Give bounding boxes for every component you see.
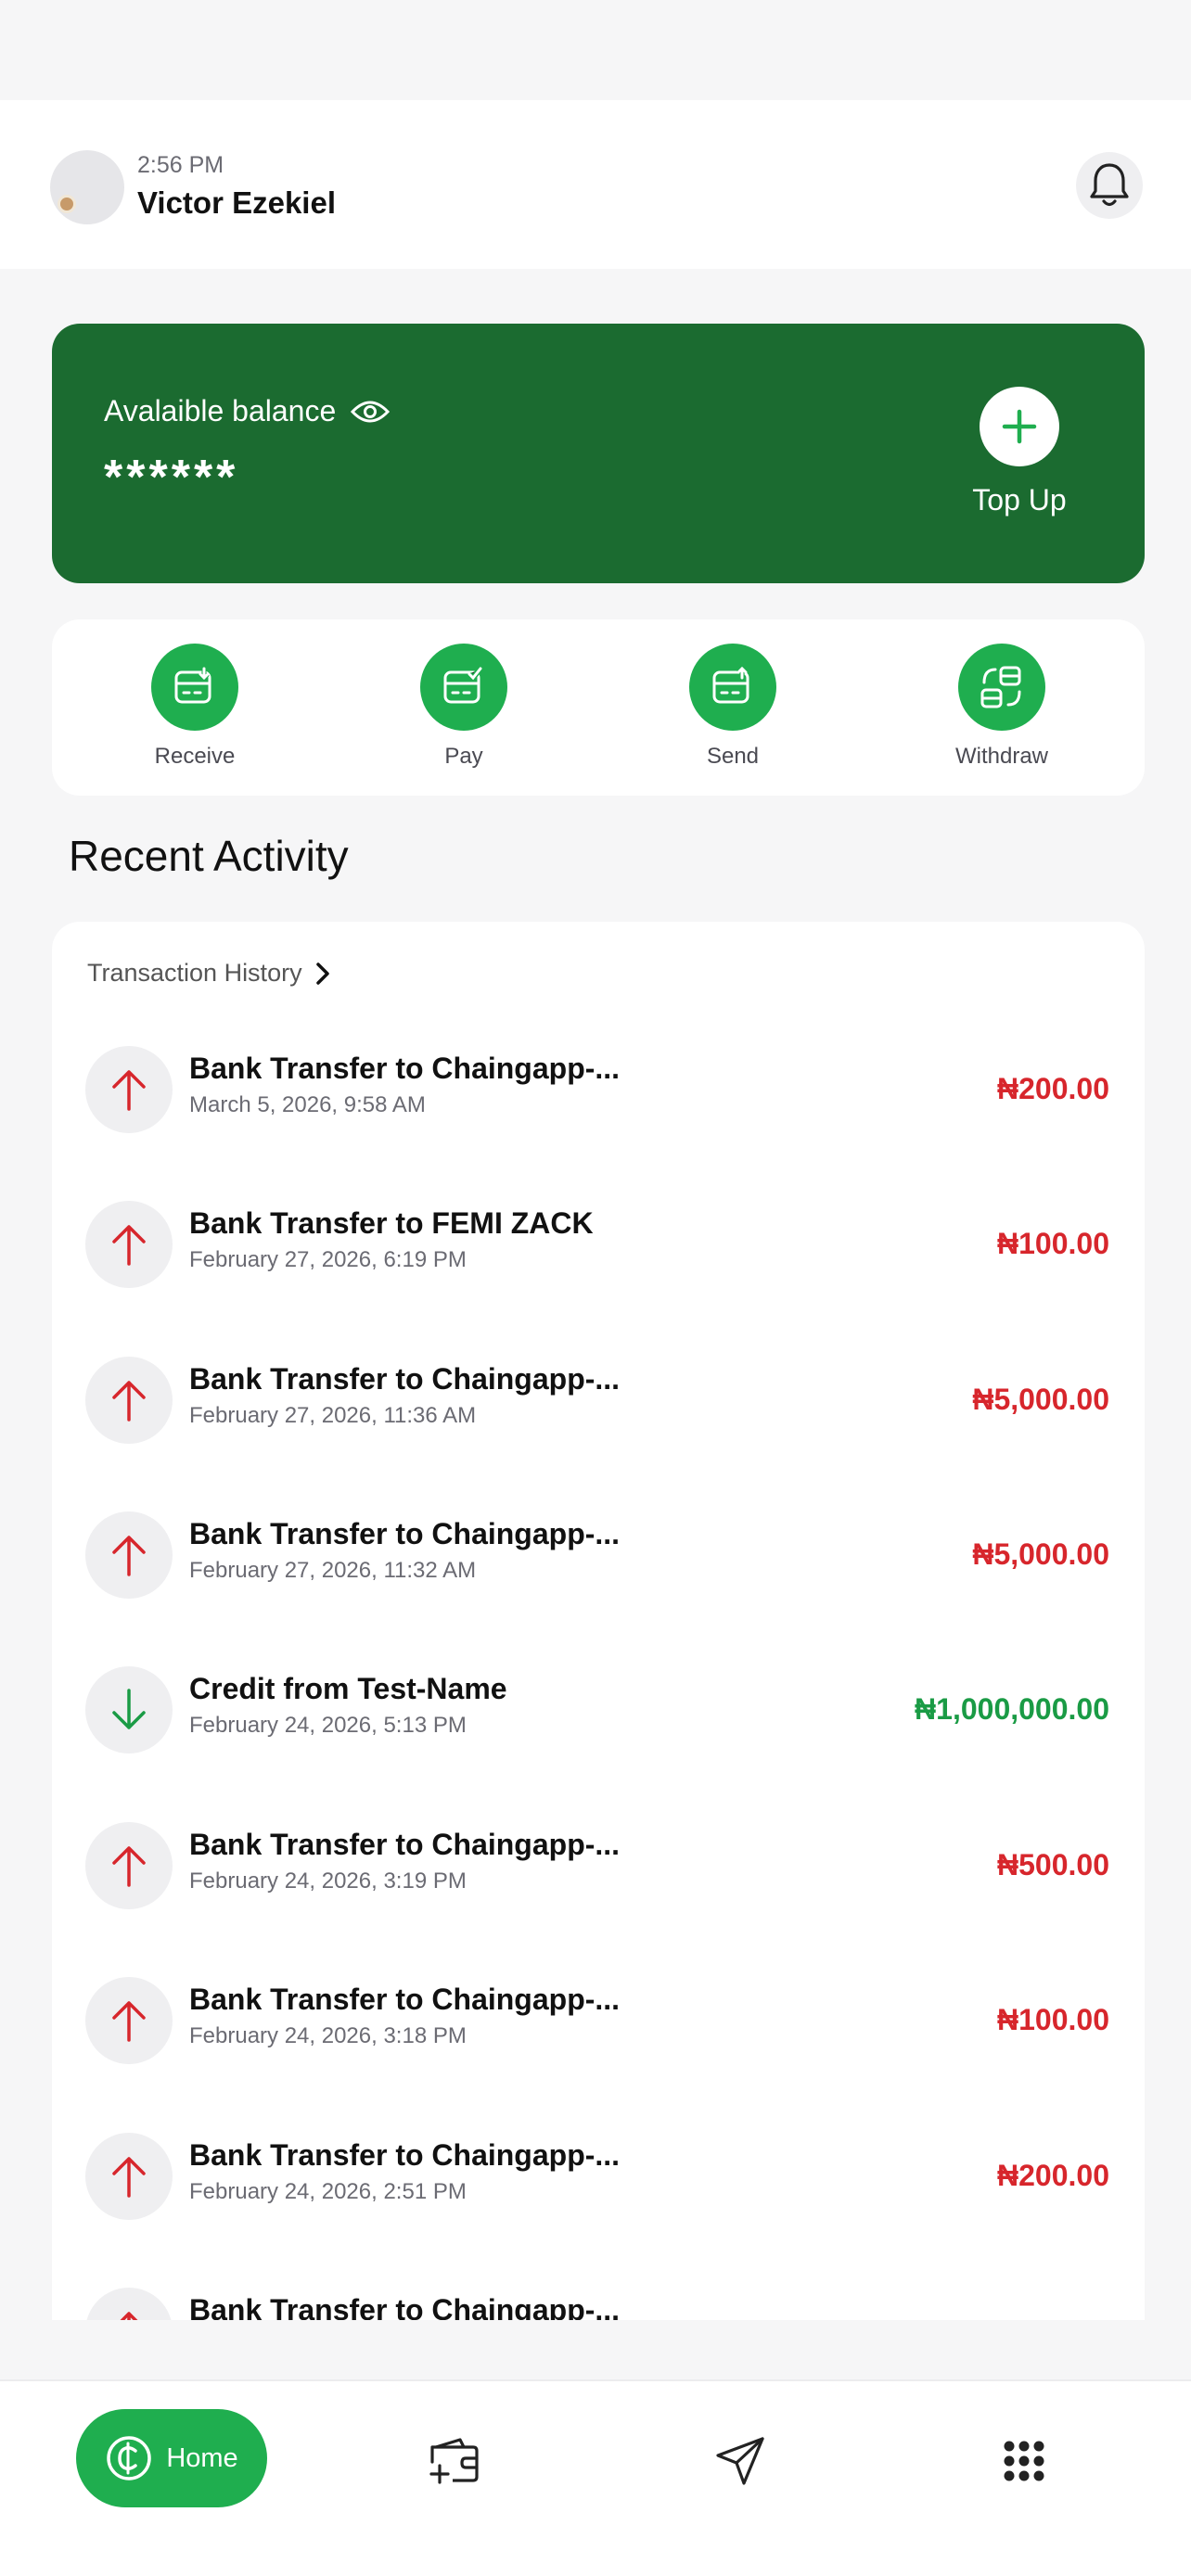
transaction-date: February 24, 2026, 2:51 PM (189, 2179, 467, 2204)
transaction-amount: ₦100.00 (997, 2003, 1109, 2036)
transaction-row[interactable]: Bank Transfer to Chaingapp-... February … (52, 2133, 1145, 2244)
transaction-title: Bank Transfer to Chaingapp-... (189, 1828, 621, 1861)
balance-value: ****** (104, 451, 239, 504)
menu-grid-icon (1004, 2441, 1044, 2481)
transaction-title: Bank Transfer to FEMI ZACK (189, 1206, 594, 1240)
transaction-date: February 27, 2026, 11:32 AM (189, 1558, 477, 1583)
transaction-row[interactable]: Bank Transfer to Chaingapp-... (52, 2288, 1145, 2320)
notification-button[interactable] (1076, 152, 1143, 219)
avatar[interactable] (50, 150, 124, 224)
transaction-row[interactable]: Credit from Test-Name February 24, 2026,… (52, 1666, 1145, 1778)
receive-label: Receive (154, 744, 236, 769)
pay-action[interactable]: Pay (390, 644, 538, 770)
transaction-row[interactable]: Bank Transfer to Chaingapp-... February … (52, 1977, 1145, 2088)
balance-label: Avalaible balance (104, 394, 337, 427)
transaction-amount: ₦100.00 (997, 1227, 1109, 1260)
transaction-title: Bank Transfer to Chaingapp-... (189, 1362, 621, 1396)
credit-arrow-icon (85, 1666, 173, 1753)
top-up-button[interactable] (980, 387, 1059, 466)
transaction-date: February 24, 2026, 3:18 PM (189, 2023, 467, 2048)
transaction-row[interactable]: Bank Transfer to Chaingapp-... March 5, … (52, 1046, 1145, 1157)
send-plane-icon (716, 2437, 764, 2485)
debit-arrow-icon (85, 1201, 173, 1288)
transaction-row[interactable]: Bank Transfer to FEMI ZACK February 27, … (52, 1201, 1145, 1312)
transaction-date: February 27, 2026, 11:36 AM (189, 1403, 477, 1428)
nav-send-button[interactable] (711, 2431, 770, 2491)
nav-home-label: Home (166, 2442, 238, 2473)
bottom-navigation: Home (0, 2379, 1191, 2576)
top-up-label[interactable]: Top Up (959, 483, 1080, 517)
pay-icon (443, 667, 483, 704)
withdraw-icon (980, 666, 1021, 708)
home-icon (107, 2436, 152, 2480)
send-label: Send (706, 744, 760, 769)
transaction-date: February 27, 2026, 6:19 PM (189, 1247, 467, 1272)
app-header: 2:56 PM Victor Ezekiel (0, 100, 1191, 269)
pay-label: Pay (444, 744, 483, 769)
transaction-amount: ₦5,000.00 (972, 1537, 1109, 1571)
debit-arrow-icon (85, 1046, 173, 1133)
withdraw-button[interactable] (958, 644, 1045, 731)
bell-icon (1090, 163, 1129, 207)
debit-arrow-icon (85, 1822, 173, 1909)
transaction-row[interactable]: Bank Transfer to Chaingapp-... February … (52, 1511, 1145, 1623)
nav-menu-button[interactable] (994, 2431, 1054, 2491)
debit-arrow-icon (85, 1977, 173, 2064)
transaction-history-link[interactable]: Transaction History (87, 959, 330, 988)
receive-icon (174, 667, 211, 704)
send-icon (712, 667, 749, 704)
transaction-title: Bank Transfer to Chaingapp-... (189, 1983, 621, 2016)
wallet-add-icon (429, 2438, 479, 2484)
quick-actions: Receive Pay Send Withdraw (52, 619, 1145, 796)
transaction-amount: ₦200.00 (997, 2159, 1109, 2192)
transaction-amount: ₦200.00 (997, 1072, 1109, 1105)
debit-arrow-icon (85, 2288, 173, 2320)
debit-arrow-icon (85, 2133, 173, 2220)
transaction-amount: ₦5,000.00 (972, 1383, 1109, 1416)
transaction-title: Credit from Test-Name (189, 1672, 507, 1705)
transaction-title: Bank Transfer to Chaingapp-... (189, 1517, 621, 1550)
balance-label-row: Avalaible balance (104, 394, 391, 428)
receive-action[interactable]: Receive (121, 644, 269, 770)
transaction-history-label: Transaction History (87, 959, 302, 987)
send-action[interactable]: Send (659, 644, 807, 770)
transaction-list: Transaction History Bank Transfer to Cha… (52, 922, 1145, 2320)
user-name: Victor Ezekiel (137, 185, 337, 220)
nav-home-button[interactable]: Home (76, 2409, 267, 2507)
header-time: 2:56 PM (137, 152, 224, 178)
send-button[interactable] (689, 644, 776, 731)
transaction-title: Bank Transfer to Chaingapp-... (189, 2138, 621, 2172)
transaction-row[interactable]: Bank Transfer to Chaingapp-... February … (52, 1822, 1145, 1933)
transaction-date: March 5, 2026, 9:58 AM (189, 1092, 426, 1117)
debit-arrow-icon (85, 1357, 173, 1444)
receive-button[interactable] (151, 644, 238, 731)
transaction-amount: ₦500.00 (997, 1848, 1109, 1881)
transaction-date: February 24, 2026, 3:19 PM (189, 1868, 467, 1894)
pay-button[interactable] (420, 644, 507, 731)
plus-icon (1002, 409, 1037, 444)
nav-wallet-button[interactable] (425, 2431, 484, 2491)
eye-icon[interactable] (351, 399, 391, 425)
chevron-right-icon (315, 962, 329, 985)
transaction-amount: ₦1,000,000.00 (915, 1692, 1109, 1726)
withdraw-action[interactable]: Withdraw (928, 644, 1076, 770)
transaction-title: Bank Transfer to Chaingapp-... (189, 1052, 621, 1085)
avatar-badge (58, 195, 76, 213)
transaction-title: Bank Transfer to Chaingapp-... (189, 2293, 621, 2320)
withdraw-label: Withdraw (954, 744, 1049, 769)
balance-card: Avalaible balance ****** Top Up (52, 324, 1145, 583)
transaction-date: February 24, 2026, 5:13 PM (189, 1713, 467, 1738)
transaction-row[interactable]: Bank Transfer to Chaingapp-... February … (52, 1357, 1145, 1468)
recent-activity-title: Recent Activity (69, 832, 349, 880)
debit-arrow-icon (85, 1511, 173, 1599)
